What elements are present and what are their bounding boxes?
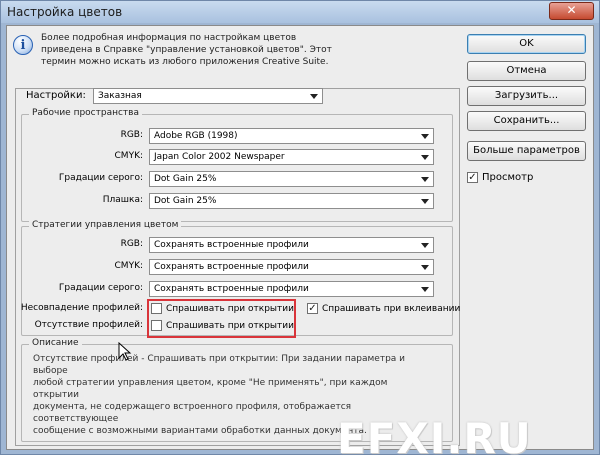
save-button[interactable]: Сохранить... xyxy=(467,111,586,131)
chevron-down-icon xyxy=(421,265,429,270)
watermark: EFXI.RU xyxy=(337,414,532,463)
red-highlight-box xyxy=(147,299,296,338)
ws-cmyk-value: Japan Color 2002 Newspaper xyxy=(154,152,285,162)
policy-rgb-label: RGB: xyxy=(120,239,143,249)
ws-cmyk-label: CMYK: xyxy=(114,151,143,161)
mismatch-paste-label: Спрашивать при вклеивании xyxy=(322,303,461,314)
ws-rgb-label: RGB: xyxy=(120,130,143,140)
policies-title: Стратегии управления цветом xyxy=(29,220,182,230)
ws-cmyk-select[interactable]: Japan Color 2002 Newspaper xyxy=(149,149,434,165)
mismatch-paste-checkbox[interactable]: ✓ xyxy=(307,303,318,314)
ws-spot-select[interactable]: Dot Gain 25% xyxy=(149,193,434,209)
more-options-button[interactable]: Больше параметров xyxy=(467,141,586,161)
description-title: Описание xyxy=(29,338,82,348)
chevron-down-icon xyxy=(421,177,429,182)
working-spaces-title: Рабочие пространства xyxy=(29,108,142,118)
title-bar[interactable]: Настройка цветов ✕ xyxy=(1,1,599,23)
ws-spot-label: Плашка: xyxy=(102,195,143,205)
chevron-down-icon xyxy=(421,134,429,139)
close-button[interactable]: ✕ xyxy=(549,2,594,20)
info-line: приведена в Справке "управление установк… xyxy=(41,45,332,55)
ws-rgb-value: Adobe RGB (1998) xyxy=(154,131,238,141)
cancel-button[interactable]: Отмена xyxy=(467,61,586,81)
policy-cmyk-label: CMYK: xyxy=(114,261,143,271)
policy-cmyk-select[interactable]: Сохранять встроенные профили xyxy=(149,259,434,275)
window-title: Настройка цветов xyxy=(7,5,123,19)
policy-gray-value: Сохранять встроенные профили xyxy=(154,284,309,294)
chevron-down-icon xyxy=(421,287,429,292)
info-line: Более подробная информация по настройкам… xyxy=(41,33,297,43)
ws-gray-select[interactable]: Dot Gain 25% xyxy=(149,171,434,187)
mouse-cursor-icon xyxy=(118,342,132,361)
description-line: любой стратегии управления цветом, кроме… xyxy=(33,378,388,400)
policy-gray-label: Градации серого: xyxy=(58,283,143,293)
load-button[interactable]: Загрузить... xyxy=(467,86,586,106)
chevron-down-icon xyxy=(421,243,429,248)
policy-cmyk-value: Сохранять встроенные профили xyxy=(154,262,309,272)
chevron-down-icon xyxy=(421,199,429,204)
close-icon: ✕ xyxy=(566,3,577,17)
info-line: термин можно искать из любого приложения… xyxy=(41,57,329,67)
dialog-client: i Более подробная информация по настройк… xyxy=(6,25,594,463)
mismatch-paste-row[interactable]: ✓ Спрашивать при вклеивании xyxy=(307,303,460,314)
settings-select[interactable]: Заказная xyxy=(93,88,323,104)
preview-label: Просмотр xyxy=(482,172,534,183)
policy-rgb-select[interactable]: Сохранять встроенные профили xyxy=(149,237,434,253)
ws-gray-label: Градации серого: xyxy=(58,173,143,183)
ws-spot-value: Dot Gain 25% xyxy=(154,196,217,206)
chevron-down-icon xyxy=(310,94,318,99)
settings-select-value: Заказная xyxy=(98,91,142,101)
policy-gray-select[interactable]: Сохранять встроенные профили xyxy=(149,281,434,297)
missing-label: Отсутствие профилей: xyxy=(34,320,143,330)
ws-gray-value: Dot Gain 25% xyxy=(154,174,217,184)
info-text: Более подробная информация по настройкам… xyxy=(41,32,361,68)
ws-rgb-select[interactable]: Adobe RGB (1998) xyxy=(149,128,434,144)
description-line: Отсутствие профилей - Спрашивать при отк… xyxy=(33,354,406,376)
mismatch-label: Несовпадение профилей: xyxy=(20,303,143,313)
policy-rgb-value: Сохранять встроенные профили xyxy=(154,240,309,250)
ok-button[interactable]: OK xyxy=(467,34,586,54)
info-icon: i xyxy=(13,35,33,55)
settings-label: Настройки: xyxy=(23,90,89,101)
chevron-down-icon xyxy=(421,155,429,160)
preview-checkbox[interactable]: ✓ xyxy=(467,172,478,183)
preview-checkbox-row[interactable]: ✓ Просмотр xyxy=(467,172,533,183)
dialog-window: Настройка цветов ✕ i Более подробная инф… xyxy=(0,0,600,463)
